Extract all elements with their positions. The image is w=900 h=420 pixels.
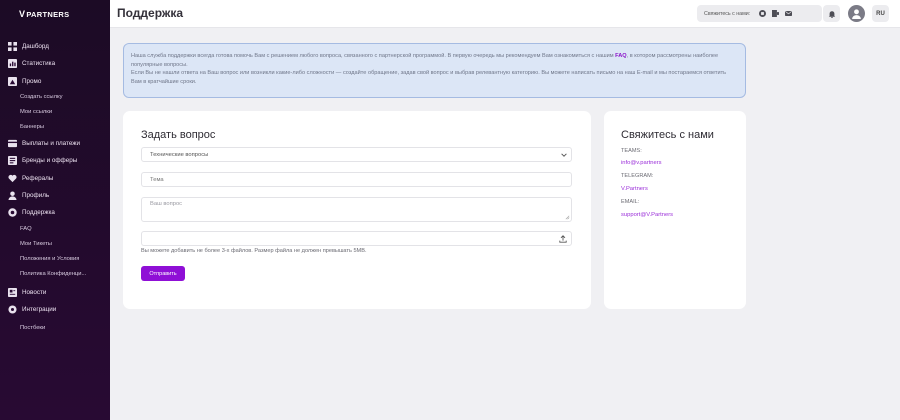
statistics-icon bbox=[8, 59, 17, 69]
sidebar-item-label: Поддержка bbox=[22, 209, 55, 217]
category-select[interactable]: Технические вопросы bbox=[141, 147, 572, 162]
support-icon bbox=[8, 208, 17, 217]
sidebar: V PARTNERS Дашборд Статистика Промо Созда… bbox=[0, 0, 110, 420]
sidebar-item-profile[interactable]: Профиль bbox=[0, 187, 110, 204]
upload-icon[interactable] bbox=[559, 235, 567, 243]
referrals-icon bbox=[8, 174, 17, 183]
contact-us-bar: Свяжитесь с нами: bbox=[697, 5, 822, 22]
sidebar-item-brands[interactable]: Бренды и офферы bbox=[0, 152, 110, 169]
faq-link[interactable]: FAQ bbox=[615, 53, 627, 59]
sidebar-subitem-banners[interactable]: Баннеры bbox=[0, 120, 110, 135]
submit-button[interactable]: Отправить bbox=[141, 266, 185, 281]
sidebar-subitem-terms[interactable]: Положения и Условия bbox=[0, 251, 110, 266]
telegram-icon[interactable] bbox=[771, 10, 779, 18]
question-textarea[interactable]: Ваш вопрос bbox=[141, 197, 572, 222]
brands-icon bbox=[8, 156, 17, 166]
logo-text: PARTNERS bbox=[26, 9, 70, 19]
ask-question-card: Задать вопрос Технические вопросы Ваш во… bbox=[123, 111, 591, 309]
integrations-icon bbox=[8, 305, 17, 314]
sidebar-subitem-privacy[interactable]: Политика Конфиденци... bbox=[0, 266, 110, 281]
sidebar-item-label: Рефералы bbox=[22, 174, 54, 182]
logo-mark: V bbox=[19, 9, 26, 19]
subject-input[interactable] bbox=[141, 172, 572, 187]
contact-card: Свяжитесь с нами TEAMS: info@v.partners … bbox=[604, 111, 746, 309]
file-hint: Вы можете добавить не более 3-х файлов. … bbox=[141, 248, 367, 254]
email-label: EMAIL: bbox=[621, 199, 640, 205]
sidebar-item-label: Промо bbox=[22, 77, 42, 85]
contact-title: Свяжитесь с нами bbox=[621, 129, 714, 141]
top-bar: Поддержка Свяжитесь с нами: RU bbox=[110, 0, 900, 28]
sidebar-nav: Дашборд Статистика Промо Создать ссылку … bbox=[0, 38, 110, 336]
sidebar-item-payments[interactable]: Выплаты и платежи bbox=[0, 135, 110, 152]
dashboard-icon bbox=[8, 42, 17, 52]
sidebar-subitem-my-tickets[interactable]: Мои Тикеты bbox=[0, 236, 110, 251]
news-icon bbox=[8, 287, 17, 297]
file-upload-field[interactable] bbox=[141, 231, 572, 246]
payments-icon bbox=[8, 139, 17, 148]
page-title: Поддержка bbox=[117, 6, 184, 20]
category-selected-value: Технические вопросы bbox=[150, 151, 209, 158]
sidebar-subitem-create-link[interactable]: Создать ссылку bbox=[0, 90, 110, 105]
sidebar-item-news[interactable]: Новости bbox=[0, 283, 110, 300]
mail-icon[interactable] bbox=[784, 10, 792, 18]
sidebar-item-label: Статистика bbox=[22, 60, 56, 68]
info-text-3: Если Вы не нашли ответа на Ваш вопрос ил… bbox=[131, 70, 727, 85]
telegram-value-link[interactable]: V.Partners bbox=[621, 186, 648, 192]
question-placeholder: Ваш вопрос bbox=[150, 201, 183, 207]
sidebar-item-statistics[interactable]: Статистика bbox=[0, 55, 110, 72]
language-switcher[interactable]: RU bbox=[872, 5, 889, 22]
bell-icon bbox=[828, 10, 835, 18]
profile-icon bbox=[8, 191, 17, 200]
sidebar-item-label: Новости bbox=[22, 288, 47, 296]
logo[interactable]: V PARTNERS bbox=[0, 0, 110, 28]
chevron-down-icon bbox=[561, 153, 567, 157]
ask-question-title: Задать вопрос bbox=[141, 129, 216, 141]
sidebar-item-promo[interactable]: Промо bbox=[0, 73, 110, 90]
support-info-banner: Наша служба поддержки всегда готова помо… bbox=[123, 43, 746, 98]
contact-us-label: Свяжитесь с нами: bbox=[704, 10, 751, 17]
teams-label: TEAMS: bbox=[621, 148, 642, 154]
sidebar-item-label: Дашборд bbox=[22, 43, 49, 51]
teams-value-link[interactable]: info@v.partners bbox=[621, 160, 662, 166]
notifications-button[interactable] bbox=[823, 5, 840, 22]
sidebar-item-support[interactable]: Поддержка bbox=[0, 204, 110, 221]
sidebar-item-dashboard[interactable]: Дашборд bbox=[0, 38, 110, 55]
info-text-1: Наша служба поддержки всегда готова помо… bbox=[131, 53, 616, 59]
sidebar-subitem-postbacks[interactable]: Постбеки bbox=[0, 321, 110, 336]
resize-grip-icon[interactable] bbox=[565, 215, 570, 220]
avatar[interactable] bbox=[848, 5, 865, 22]
teams-icon[interactable] bbox=[758, 10, 766, 18]
sidebar-subitem-faq[interactable]: FAQ bbox=[0, 221, 110, 236]
promo-icon bbox=[8, 76, 17, 86]
sidebar-subitem-my-links[interactable]: Мои ссылки bbox=[0, 105, 110, 120]
user-icon bbox=[852, 9, 861, 19]
sidebar-item-label: Выплаты и платежи bbox=[22, 140, 81, 148]
sidebar-item-integrations[interactable]: Интеграции bbox=[0, 301, 110, 318]
email-value-link[interactable]: support@V.Partners bbox=[621, 212, 673, 218]
telegram-label: TELEGRAM: bbox=[621, 173, 654, 179]
sidebar-item-label: Интеграции bbox=[22, 305, 57, 313]
sidebar-item-label: Бренды и офферы bbox=[22, 157, 78, 165]
sidebar-item-referrals[interactable]: Рефералы bbox=[0, 169, 110, 186]
sidebar-item-label: Профиль bbox=[22, 191, 50, 199]
